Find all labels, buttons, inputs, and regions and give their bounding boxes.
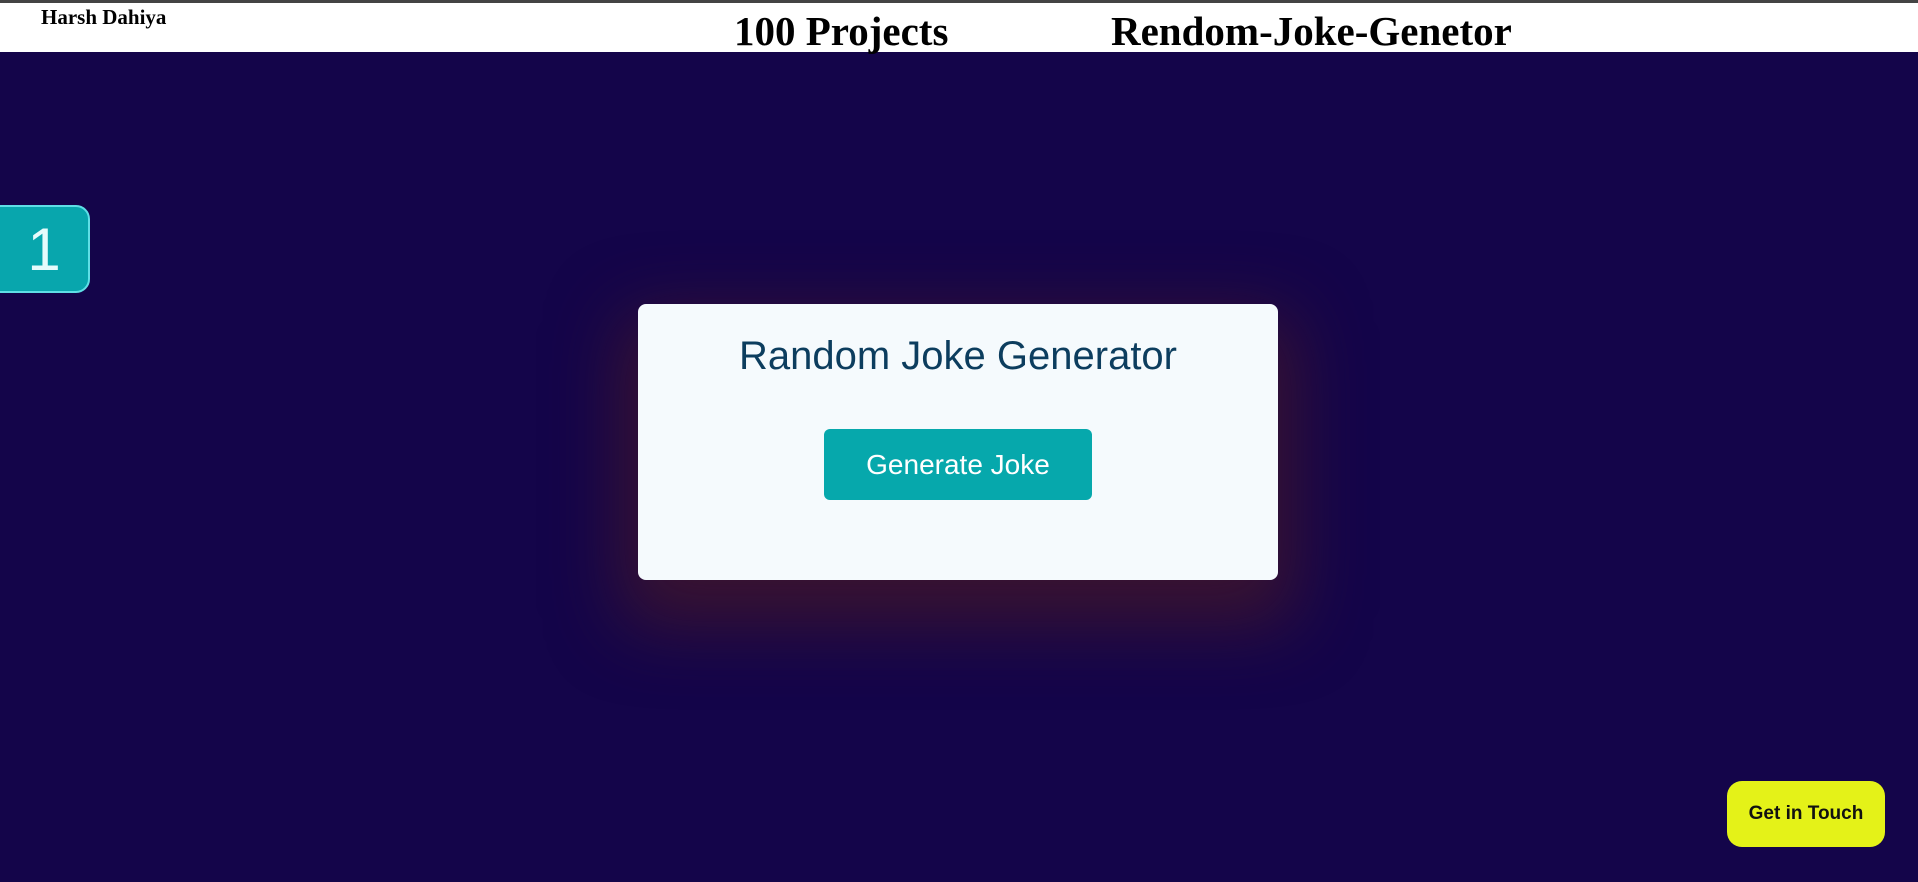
author-name: Harsh Dahiya	[41, 5, 167, 29]
joke-card: Random Joke Generator Generate Joke	[638, 304, 1278, 580]
card-title: Random Joke Generator	[738, 334, 1177, 378]
get-in-touch-button[interactable]: Get in Touch	[1727, 781, 1885, 847]
series-title: 100 Projects	[734, 8, 949, 54]
generate-joke-button[interactable]: Generate Joke	[824, 429, 1092, 500]
project-title: Rendom-Joke-Genetor	[1111, 8, 1512, 54]
top-header-bar: Harsh Dahiya 100 Projects Rendom-Joke-Ge…	[0, 0, 1918, 54]
project-number-badge: 1	[0, 205, 90, 293]
